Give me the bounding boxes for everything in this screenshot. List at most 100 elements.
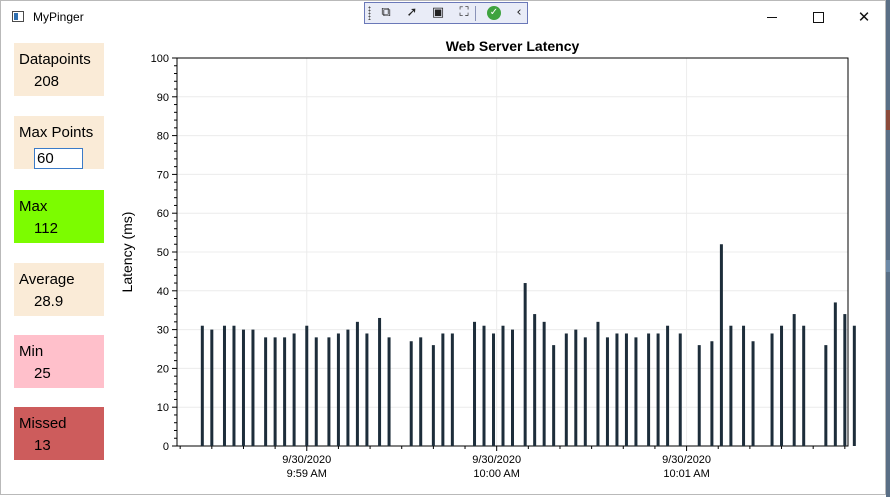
x-tick-time-label: 9:59 AM — [287, 468, 327, 480]
latency-bar — [283, 337, 287, 446]
latency-bar — [365, 333, 369, 446]
latency-bar — [583, 337, 587, 446]
latency-bar — [710, 341, 714, 446]
latency-bar — [305, 325, 309, 446]
latency-bar — [200, 325, 204, 446]
latency-bar — [719, 244, 723, 446]
latency-bar — [852, 325, 856, 446]
minimize-icon — [767, 17, 777, 18]
desktop-background-accent — [886, 110, 890, 130]
latency-bar — [210, 329, 214, 446]
datapoints-value: 208 — [34, 73, 60, 90]
latency-bar — [222, 325, 226, 446]
latency-bar — [232, 325, 236, 446]
latency-bar — [802, 325, 806, 446]
y-tick-label: 20 — [157, 363, 169, 375]
max-points-panel: Max Points — [14, 116, 104, 169]
latency-bar — [251, 329, 255, 446]
latency-bar — [770, 333, 774, 446]
latency-bar — [634, 337, 638, 446]
latency-bar — [523, 283, 527, 446]
latency-bar — [624, 333, 628, 446]
min-panel: Min 25 — [14, 335, 104, 388]
window-title: MyPinger — [33, 10, 84, 24]
x-tick-time-label: 10:01 AM — [663, 468, 709, 480]
y-tick-label: 10 — [157, 402, 169, 414]
latency-bar — [273, 337, 277, 446]
latency-bar — [492, 333, 496, 446]
latency-bar — [666, 325, 670, 446]
latency-chart: Web Server Latency 0 10 20 30 40 50 60 70 80 90 100… — [111, 33, 861, 493]
average-value: 28.9 — [34, 293, 64, 310]
y-tick-label: 100 — [151, 53, 169, 65]
y-axis-label: Latency (ms) — [119, 212, 135, 293]
desktop-background-accent — [886, 260, 890, 272]
hot-reload-check-icon[interactable]: ✓ — [487, 6, 501, 20]
datapoints-label: Datapoints — [19, 51, 91, 68]
missed-panel: Missed 13 — [14, 407, 104, 460]
y-tick-label: 30 — [157, 325, 169, 337]
average-label: Average — [19, 271, 75, 288]
x-tick-date-label: 9/30/2020 — [472, 454, 521, 466]
latency-bar — [419, 337, 423, 446]
mypinger-window: MyPinger ✕ ⧉ ➚ ▣ ⛶ ✓ ‹ Datapoints 208 Ma… — [0, 0, 886, 495]
datapoints-panel: Datapoints 208 — [14, 43, 104, 96]
latency-bar — [742, 325, 746, 446]
latency-bar — [355, 321, 359, 446]
y-tick-label: 70 — [157, 169, 169, 181]
latency-bar — [615, 333, 619, 446]
max-points-label: Max Points — [19, 124, 94, 141]
y-tick-label: 90 — [157, 92, 169, 104]
x-tick-time-label: 10:00 AM — [473, 468, 519, 480]
latency-bar — [824, 345, 828, 446]
latency-bar — [792, 314, 796, 446]
y-tick-label: 50 — [157, 247, 169, 259]
close-button[interactable]: ✕ — [841, 1, 887, 33]
track-focus-icon[interactable]: ⛶ — [455, 5, 473, 21]
toolbar-separator — [475, 6, 476, 21]
max-points-input[interactable] — [34, 148, 83, 169]
x-tick-date-label: 9/30/2020 — [282, 454, 331, 466]
chart-title: Web Server Latency — [446, 38, 580, 54]
latency-bar — [409, 341, 413, 446]
latency-bar — [843, 314, 847, 446]
latency-bar — [678, 333, 682, 446]
latency-bar — [473, 321, 477, 446]
desktop-background-strip — [886, 0, 890, 497]
y-tick-label: 40 — [157, 286, 169, 298]
latency-bar — [780, 325, 784, 446]
latency-bar — [729, 325, 733, 446]
max-panel: Max 112 — [14, 190, 104, 243]
latency-bar — [542, 321, 546, 446]
app-window-icon — [12, 11, 24, 22]
latency-bar — [482, 325, 486, 446]
latency-bar — [431, 345, 435, 446]
latency-bar — [656, 333, 660, 446]
latency-bar — [833, 302, 837, 446]
y-tick-label: 80 — [157, 131, 169, 143]
live-visual-tree-icon[interactable]: ⧉ — [377, 5, 395, 21]
x-tick-date-label: 9/30/2020 — [662, 454, 711, 466]
y-tick-label: 60 — [157, 208, 169, 220]
maximize-button[interactable] — [795, 1, 841, 33]
xaml-debug-toolbar: ⧉ ➚ ▣ ⛶ ✓ ‹ — [364, 2, 528, 24]
latency-bar — [511, 329, 514, 446]
latency-bar — [501, 325, 505, 446]
maximize-icon — [812, 12, 824, 23]
min-value: 25 — [34, 365, 51, 382]
latency-bar — [596, 321, 600, 446]
minimize-button[interactable] — [749, 1, 795, 33]
display-layout-adorners-icon[interactable]: ▣ — [429, 5, 447, 21]
latency-chart-svg: Web Server Latency 0 10 20 30 40 50 60 70 80 90 100… — [119, 38, 856, 480]
close-icon: ✕ — [857, 8, 871, 26]
missed-label: Missed — [19, 415, 67, 432]
toolbar-grip-icon[interactable] — [368, 6, 371, 20]
collapse-chevron-icon[interactable]: ‹ — [510, 5, 528, 21]
max-label: Max — [19, 198, 48, 215]
max-value: 112 — [34, 220, 58, 237]
latency-bar — [241, 329, 245, 446]
select-element-icon[interactable]: ➚ — [403, 5, 421, 21]
latency-bar — [751, 341, 755, 446]
min-label: Min — [19, 343, 44, 360]
latency-bar — [647, 333, 651, 446]
